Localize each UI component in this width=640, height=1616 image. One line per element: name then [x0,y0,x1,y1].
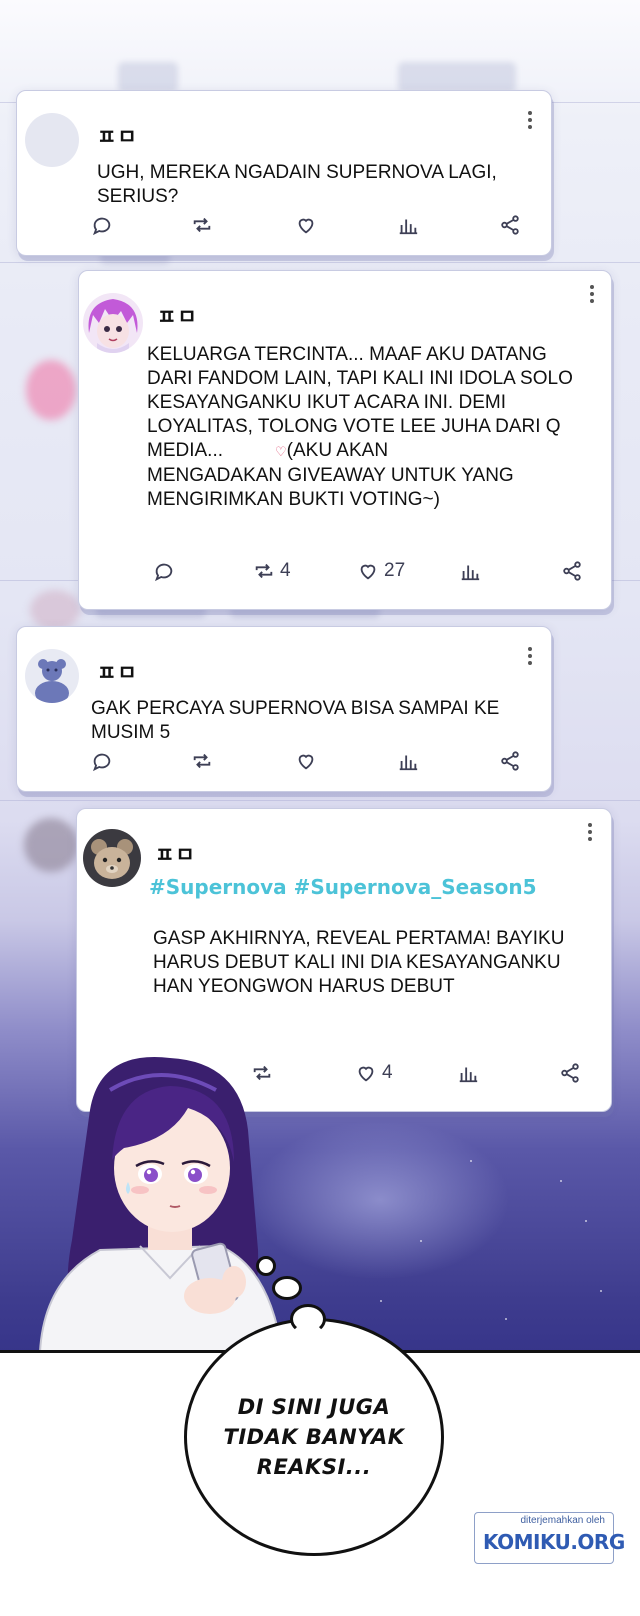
stats-button[interactable] [459,558,481,584]
action-bar [91,212,531,238]
repost-count: 4 [280,560,291,581]
thought-bubble-dot [256,1256,276,1276]
blurred-avatar [30,590,80,630]
reply-button[interactable] [91,212,118,238]
more-options-icon[interactable] [527,647,533,669]
like-button[interactable] [295,212,322,238]
divider [0,800,640,801]
star [600,1290,602,1292]
share-button[interactable] [561,558,583,584]
watermark-logo-text: KOMIKU.ORG [483,1530,625,1554]
repost-button[interactable] [191,748,218,774]
heart-icon [298,218,314,234]
bar-chart-icon [399,219,418,235]
share-button[interactable] [499,212,521,238]
more-options-icon[interactable] [587,823,593,845]
star [560,1180,562,1182]
heart-icon [358,1066,374,1082]
share-button[interactable] [499,748,521,774]
thought-bubble-text: DI SINI JUGA TIDAK BANYAK REAKSI... [223,1395,405,1479]
star [585,1220,587,1222]
comment-icon [92,217,111,236]
blurred-avatar [26,360,76,420]
watermark-caption: diterjemahkan oleh [520,1515,606,1526]
blurred-tab [118,62,178,92]
thought-bubble-dot [272,1276,302,1300]
post-text: GAK PERCAYA SUPERNOVA BISA SAMPAI KE MUS… [91,698,500,743]
hashtags[interactable]: #Supernova #Supernova_Season5 [149,875,537,899]
translator-watermark: diterjemahkan oleh KOMIKU.ORG [474,1512,625,1564]
girl-character-illustration [20,1050,320,1353]
comment-icon [154,563,173,582]
share-icon [501,215,519,235]
like-button[interactable]: 27 [357,558,405,584]
stats-button[interactable] [397,212,419,238]
repost-icon [193,217,211,233]
post-text: UGH, MEREKA NGADAIN SUPERNOVA LAGI, SERI… [97,162,497,207]
stats-button[interactable] [457,1060,479,1086]
small-heart-icon: ♡ [275,444,287,459]
post-card: ㅍㅁ GAK PERCAYA SUPERNOVA BISA SAMPAI KE … [16,626,552,792]
bar-chart-icon [399,755,418,771]
username[interactable]: ㅍㅁ [155,839,196,869]
reply-button[interactable] [153,558,180,584]
share-icon [501,751,519,771]
pink-hair-girl-avatar[interactable] [83,293,143,353]
more-options-icon[interactable] [589,285,595,307]
username[interactable]: ㅍㅁ [97,657,138,687]
blurred-avatar [24,818,78,872]
action-bar [91,748,531,774]
blurred-tab [398,62,516,92]
more-options-icon[interactable] [527,111,533,133]
bar-chart-icon [459,1067,478,1083]
repost-button[interactable] [191,212,218,238]
star [470,1160,472,1162]
username[interactable]: ㅍㅁ [97,121,138,151]
stats-button[interactable] [397,748,419,774]
action-bar: 4 27 [153,558,593,584]
teddy-bear-photo-avatar[interactable] [83,829,141,887]
share-button[interactable] [559,1060,581,1086]
repost-icon [255,563,273,579]
like-count: 4 [382,1062,393,1083]
star [380,1300,382,1302]
thought-bubble-tip [290,1304,326,1334]
like-count: 27 [384,560,406,581]
reply-button[interactable] [91,748,118,774]
divider [0,262,640,263]
comment-icon [92,753,111,772]
star [505,1318,507,1320]
bar-chart-icon [461,565,480,581]
like-button[interactable] [295,748,322,774]
share-icon [563,561,581,581]
like-button[interactable]: 4 [355,1060,393,1086]
post-card: ㅍㅁ KELUARGA TERCINTA... MAAF AKU DATANG … [78,270,612,610]
post-text: KELUARGA TERCINTA... MAAF AKU DATANG DAR… [147,343,607,512]
post-text: GASP AKHIRNYA, REVEAL PERTAMA! BAYIKU HA… [153,928,565,997]
share-icon [561,1063,579,1083]
repost-button[interactable]: 4 [253,558,291,584]
username[interactable]: ㅍㅁ [157,301,198,331]
heart-icon [298,754,314,770]
star [420,1240,422,1242]
bear-avatar[interactable] [25,649,79,703]
heart-icon [360,564,376,580]
post-card: ㅍㅁ UGH, MEREKA NGADAIN SUPERNOVA LAGI, S… [16,90,552,256]
repost-icon [193,753,211,769]
blank-avatar[interactable] [25,113,79,167]
